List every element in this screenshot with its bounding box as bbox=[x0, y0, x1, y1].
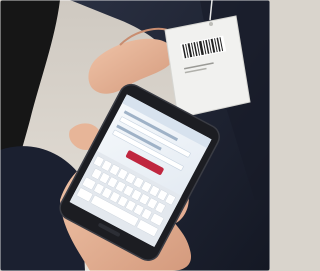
photo-illustration bbox=[0, 0, 270, 271]
photo-scene bbox=[0, 0, 270, 271]
garment-tag bbox=[164, 15, 251, 119]
